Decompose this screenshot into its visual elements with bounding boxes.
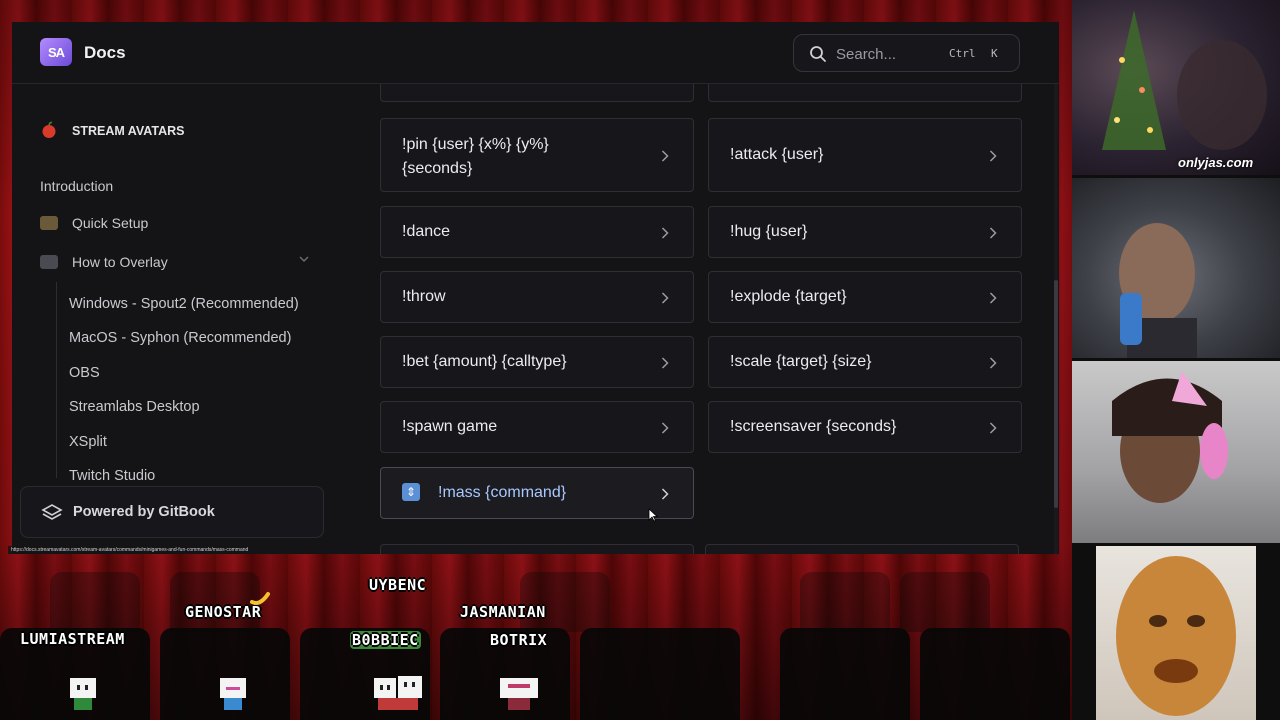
- command-label: !mass {command}: [438, 484, 567, 501]
- subnav-guide-line: [56, 282, 57, 478]
- command-card-partial[interactable]: [705, 544, 1019, 554]
- chevron-down-icon[interactable]: [299, 254, 309, 264]
- sidebar-item-quick-setup[interactable]: Quick Setup: [72, 215, 148, 231]
- christmas-tree-icon: [1102, 10, 1267, 150]
- command-label: !pin {user} {x%} {y%} {seconds}: [402, 136, 549, 177]
- theater-seat: [520, 572, 610, 632]
- watermark-text: onlyjas.com: [1178, 155, 1254, 170]
- search-input[interactable]: Search... Ctrl K: [793, 34, 1020, 72]
- avatar-name: BOTRIX: [490, 631, 548, 649]
- chevron-right-icon: [661, 150, 669, 162]
- chevron-right-icon: [989, 357, 997, 369]
- avatar-name-highlighted: B0BBIEC: [350, 631, 421, 649]
- webcam-feed-3: [1072, 361, 1280, 543]
- status-bar-url: https://docs.streamavatars.com/stream-av…: [8, 546, 252, 554]
- command-card-partial[interactable]: [380, 544, 694, 554]
- avatar-name: JASMANIAN: [460, 603, 546, 621]
- chevron-right-icon: [661, 488, 669, 500]
- streamer-silhouette: [1119, 223, 1197, 358]
- banana-icon: [250, 592, 270, 605]
- sidebar-subitem-twitch-studio[interactable]: Twitch Studio: [69, 468, 155, 484]
- command-card-bet[interactable]: !bet {amount} {calltype}: [380, 336, 694, 388]
- theater-seat: [920, 628, 1070, 720]
- up-down-arrow-icon: ⇕: [402, 483, 420, 501]
- command-card-scale[interactable]: !scale {target} {size}: [708, 336, 1022, 388]
- command-label: !bet {amount} {calltype}: [402, 353, 567, 370]
- command-label: !hug {user}: [730, 223, 808, 240]
- search-icon: [810, 46, 826, 62]
- command-card-screensaver[interactable]: !screensaver {seconds}: [708, 401, 1022, 453]
- theater-seat: [50, 572, 140, 632]
- command-card-partial[interactable]: [708, 84, 1022, 102]
- avatar-sprite: [500, 678, 538, 710]
- sidebar-subitem-streamlabs[interactable]: Streamlabs Desktop: [69, 399, 200, 415]
- chevron-right-icon: [661, 422, 669, 434]
- mouse-cursor-icon: [648, 508, 658, 522]
- fast-forward-icon: [40, 216, 58, 230]
- command-card-throw[interactable]: !throw: [380, 271, 694, 323]
- sidebar-subitem-xsplit[interactable]: XSplit: [69, 434, 107, 450]
- avatar-name: LUMIASTREAM: [20, 630, 125, 648]
- sidebar: STREAM AVATARS Introduction Quick Setup …: [12, 84, 352, 554]
- powered-by-label: Powered by GitBook: [73, 504, 215, 520]
- streamer-silhouette: [1112, 371, 1228, 503]
- command-card-dance[interactable]: !dance: [380, 206, 694, 258]
- theater-seat: [580, 628, 740, 720]
- sidebar-subitem-macos[interactable]: MacOS - Syphon (Recommended): [69, 330, 291, 346]
- stream-avatars-stage: LUMIASTREAM GENOSTAR UYBENC B0BBIEC JASM…: [0, 560, 1072, 720]
- avatar-sprite: [220, 678, 246, 710]
- theater-seat: [800, 572, 890, 632]
- chevron-right-icon: [661, 227, 669, 239]
- shortcut-key-k: K: [991, 47, 998, 60]
- webcam-feed-1: [1072, 0, 1280, 175]
- search-placeholder: Search...: [836, 46, 897, 63]
- command-card-partial[interactable]: [380, 84, 694, 102]
- gitbook-icon: [41, 504, 63, 520]
- command-card-pin[interactable]: !pin {user} {x%} {y%} {seconds}: [380, 118, 694, 192]
- chevron-right-icon: [661, 357, 669, 369]
- command-label: !scale {target} {size}: [730, 353, 872, 370]
- command-grid: !pin {user} {x%} {y%} {seconds} !attack …: [352, 84, 1059, 554]
- webcam-feed-4: [1096, 546, 1256, 720]
- site-logo[interactable]: SA: [40, 38, 72, 66]
- sidebar-item-introduction[interactable]: Introduction: [40, 178, 113, 194]
- theater-seat: [780, 628, 910, 720]
- command-card-hug[interactable]: !hug {user}: [708, 206, 1022, 258]
- theater-seat: [900, 572, 990, 632]
- command-label: !throw: [402, 288, 446, 305]
- apple-icon: [42, 121, 56, 138]
- streamer-mask: [1116, 556, 1236, 716]
- sidebar-subitem-obs[interactable]: OBS: [69, 365, 100, 381]
- chevron-right-icon: [989, 227, 997, 239]
- command-label: !spawn game: [402, 418, 498, 435]
- avatar-sprite-pair: [374, 676, 422, 710]
- avatar-name: UYBENC: [369, 576, 427, 594]
- chevron-right-icon: [989, 150, 997, 162]
- command-label: !dance: [402, 223, 451, 240]
- sidebar-section-title: STREAM AVATARS: [72, 124, 185, 138]
- sidebar-item-how-to-overlay[interactable]: How to Overlay: [72, 254, 168, 270]
- command-label: !explode {target}: [730, 288, 847, 305]
- chevron-right-icon: [661, 292, 669, 304]
- docs-window: SA Docs Search... Ctrl K STREAM AVATARS …: [12, 22, 1059, 554]
- webcam-feed-2: [1072, 178, 1280, 358]
- site-title[interactable]: Docs: [84, 43, 126, 63]
- sidebar-subitem-windows[interactable]: Windows - Spout2 (Recommended): [69, 296, 299, 312]
- webcam-panel: [1072, 0, 1280, 720]
- command-label: !screensaver {seconds}: [730, 418, 897, 435]
- powered-by-gitbook-button[interactable]: Powered by GitBook: [20, 486, 324, 538]
- command-label: !attack {user}: [730, 146, 824, 163]
- docs-header: SA Docs Search... Ctrl K: [12, 22, 1059, 84]
- command-card-mass[interactable]: ⇕ !mass {command}: [380, 467, 694, 519]
- camera-icon: [40, 255, 58, 269]
- chevron-right-icon: [989, 292, 997, 304]
- scrollbar-thumb[interactable]: [1054, 280, 1058, 508]
- shortcut-key-ctrl: Ctrl: [949, 47, 976, 60]
- command-card-explode[interactable]: !explode {target}: [708, 271, 1022, 323]
- chevron-right-icon: [989, 422, 997, 434]
- theater-seat: [170, 572, 260, 632]
- command-card-spawn-game[interactable]: !spawn game: [380, 401, 694, 453]
- avatar-sprite: [70, 678, 96, 710]
- command-card-attack[interactable]: !attack {user}: [708, 118, 1022, 192]
